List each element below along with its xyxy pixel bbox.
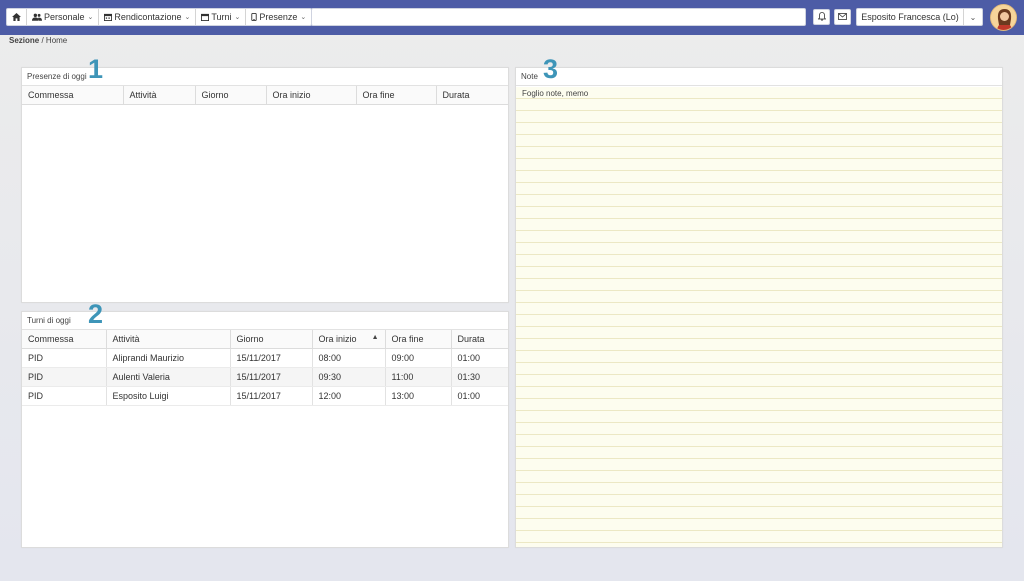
presenze-table: Commessa Attività Giorno Ora inizio Ora … [22,86,508,105]
cell-commessa: PID [22,386,107,406]
column-header-attivita[interactable]: Attività [123,86,196,105]
nav-personale[interactable]: Personale ⌄ [27,9,100,25]
calendar-icon [104,13,113,21]
table-row[interactable]: PID Aulenti Valeria 15/11/2017 09:30 11:… [22,367,508,387]
nav-turni[interactable]: Turni ⌄ [196,9,247,25]
nav-rendicontazione[interactable]: Rendicontazione ⌄ [99,9,197,25]
column-header-ora-inizio-label: Ora inizio [318,333,357,344]
column-header-durata[interactable]: Durata [451,330,508,349]
turni-panel: Turni di oggi Commessa Attività Giorno O… [21,311,509,548]
cell-attivita: Aliprandi Maurizio [106,348,231,368]
nav-personale-label: Personale [44,12,85,22]
column-header-commessa[interactable]: Commessa [22,330,107,349]
note-title: Note [516,68,1002,86]
cell-giorno: 15/11/2017 [230,348,313,368]
cell-giorno: 15/11/2017 [230,386,313,406]
bell-icon [817,11,826,23]
nav-rendicontazione-label: Rendicontazione [114,12,182,22]
chevron-down-icon: ⌄ [234,14,241,21]
column-header-giorno[interactable]: Giorno [195,86,267,105]
home-icon [12,13,21,21]
messages-button[interactable] [834,9,851,25]
cell-ora-fine: 09:00 [385,348,452,368]
note-panel: Note Foglio note, memo [515,67,1003,548]
column-header-ora-fine[interactable]: Ora fine [385,330,452,349]
top-navbar: Personale ⌄ Rendicontazione ⌄ Turni ⌄ Pr… [0,0,1024,35]
table-row[interactable]: PID Esposito Luigi 15/11/2017 12:00 13:0… [22,386,508,406]
turni-table: Commessa Attività Giorno Ora inizio ▲ Or… [22,330,508,406]
sort-ascending-icon: ▲ [371,334,379,341]
chevron-down-icon[interactable]: ⌄ [964,13,982,22]
notes-textarea[interactable]: Foglio note, memo [516,87,1002,547]
cell-attivita: Aulenti Valeria [106,367,231,387]
column-header-giorno[interactable]: Giorno [230,330,313,349]
cell-durata: 01:30 [451,367,508,387]
breadcrumb-section[interactable]: Sezione [9,36,39,45]
table-row[interactable]: PID Aliprandi Maurizio 15/11/2017 08:00 … [22,348,508,368]
cell-ora-inizio: 12:00 [312,386,386,406]
column-header-ora-inizio[interactable]: Ora inizio ▲ [312,330,386,349]
breadcrumb-page: / Home [41,36,68,45]
nav-presenze[interactable]: Presenze ⌄ [246,9,311,25]
cell-attivita: Esposito Luigi [106,386,231,406]
cell-durata: 01:00 [451,348,508,368]
column-header-ora-inizio[interactable]: Ora inizio [266,86,357,105]
cell-commessa: PID [22,348,107,368]
panel-number-2: 2 [88,299,104,329]
panel-number-3: 3 [543,54,559,84]
chevron-down-icon: ⌄ [300,14,307,21]
nav-presenze-label: Presenze [259,12,298,22]
avatar[interactable] [990,4,1017,31]
users-icon [32,13,42,21]
column-header-attivita[interactable]: Attività [106,330,231,349]
user-name-button[interactable]: Esposito Francesca (Lo) [857,9,964,25]
cell-ora-inizio: 08:00 [312,348,386,368]
panel-number-1: 1 [88,54,104,84]
main-nav: Personale ⌄ Rendicontazione ⌄ Turni ⌄ Pr… [6,8,313,26]
cell-commessa: PID [22,367,107,387]
phone-icon [251,13,258,21]
calendar-icon [201,13,210,21]
breadcrumb: Sezione / Home [9,36,67,45]
chevron-down-icon: ⌄ [87,14,94,21]
user-menu: Esposito Francesca (Lo) ⌄ [856,8,983,26]
cell-ora-fine: 13:00 [385,386,452,406]
cell-ora-inizio: 09:30 [312,367,386,387]
mail-icon [838,12,847,22]
search-input[interactable] [311,8,806,26]
nav-turni-label: Turni [211,12,232,22]
column-header-ora-fine[interactable]: Ora fine [356,86,437,105]
cell-durata: 01:00 [451,386,508,406]
column-header-commessa[interactable]: Commessa [22,86,124,105]
notifications-button[interactable] [813,9,830,25]
column-header-durata[interactable]: Durata [436,86,508,105]
presenze-panel: Presenze di oggi Commessa Attività Giorn… [21,67,509,303]
notes-placeholder: Foglio note, memo [522,89,589,98]
home-button[interactable] [7,9,27,25]
chevron-down-icon: ⌄ [184,14,191,21]
cell-ora-fine: 11:00 [385,367,452,387]
cell-giorno: 15/11/2017 [230,367,313,387]
